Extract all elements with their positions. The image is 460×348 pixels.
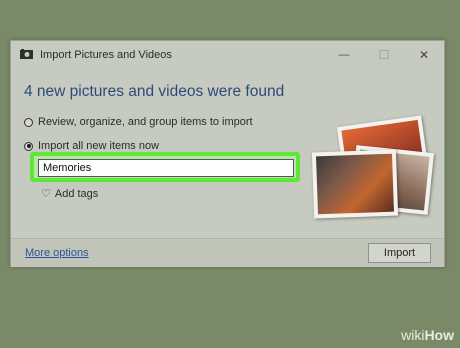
name-input-highlight	[30, 152, 300, 182]
add-tags-link[interactable]: ♡ Add tags	[41, 187, 99, 201]
photo-stack-illustration	[301, 115, 435, 231]
import-dialog: Import Pictures and Videos — ☐ ✕ 4 new p…	[10, 40, 445, 267]
window-title: Import Pictures and Videos	[40, 49, 172, 61]
add-tags-label: Add tags	[54, 187, 99, 200]
maximize-icon: ☐	[378, 48, 390, 62]
radio-import-all[interactable]	[24, 141, 33, 151]
tag-icon: ♡	[41, 188, 51, 200]
import-button[interactable]: Import	[368, 243, 431, 263]
watermark-wiki: wiki	[401, 327, 425, 343]
option-review-label: Review, organize, and group items to imp…	[38, 116, 253, 128]
option-review-row[interactable]: Review, organize, and group items to imp…	[24, 116, 253, 128]
maximize-button[interactable]: ☐	[364, 43, 404, 67]
dialog-footer: More options Import	[11, 239, 444, 267]
group-name-input[interactable]	[38, 159, 294, 177]
photo-front	[311, 149, 399, 219]
radio-review[interactable]	[24, 117, 33, 127]
minimize-button[interactable]: —	[324, 43, 364, 67]
found-heading: 4 new pictures and videos were found	[24, 83, 285, 100]
more-options-link[interactable]: More options	[25, 247, 89, 259]
close-button[interactable]: ✕	[404, 43, 444, 67]
option-import-all-row[interactable]: Import all new items now	[24, 140, 159, 152]
title-bar[interactable]: Import Pictures and Videos — ☐ ✕	[11, 41, 444, 69]
camera-icon	[20, 49, 33, 59]
option-import-all-label: Import all new items now	[38, 140, 160, 152]
watermark-how: How	[424, 327, 454, 343]
wikihow-watermark: wikiHow	[401, 327, 454, 343]
minimize-icon: —	[338, 49, 350, 61]
close-icon: ✕	[418, 48, 430, 62]
